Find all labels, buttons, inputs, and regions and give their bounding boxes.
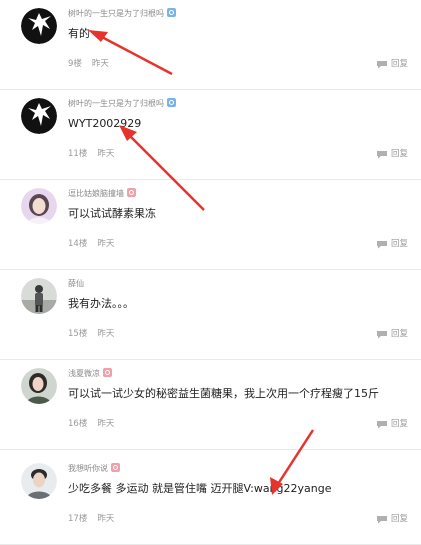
comment-text: 可以试一试少女的秘密益生菌糖果，我上次用一个疗程瘦了15斤 <box>68 387 379 400</box>
post-time: 昨天 <box>91 59 109 69</box>
reply-label: 回复 <box>390 329 408 339</box>
girl-photo-avatar-icon <box>21 188 57 224</box>
post-time: 昨天 <box>97 149 115 159</box>
username-text: 树叶的一生只是为了归根吗 <box>68 9 164 18</box>
comment-meta: 16楼 昨天 <box>68 418 114 430</box>
floor-number: 16楼 <box>68 419 88 429</box>
reply-button[interactable]: 回复 <box>376 148 408 160</box>
reply-button[interactable]: 回复 <box>376 328 408 340</box>
comment-bubble-icon <box>376 515 387 523</box>
comment-text: 少吃多餐 多运动 就是管住嘴 迈开腿V:wang22yange <box>68 482 332 495</box>
comment-item: 浅夏微凉 可以试一试少女的秘密益生菌糖果，我上次用一个疗程瘦了15斤 16楼 昨天… <box>0 360 421 450</box>
comment-item: 树叶的一生只是为了归根吗 WYT2002929 11楼 昨天 回复 <box>0 90 421 180</box>
comment-text: 有的 <box>68 27 90 40</box>
black-silhouette-avatar-icon <box>21 8 57 44</box>
username[interactable]: 薛仙 <box>68 278 84 290</box>
post-time: 昨天 <box>97 419 115 429</box>
username-text: 树叶的一生只是为了归根吗 <box>68 99 164 108</box>
floor-number: 15楼 <box>68 329 88 339</box>
comment-item: 我想听你说 少吃多餐 多运动 就是管住嘴 迈开腿V:wang22yange 17… <box>0 455 421 545</box>
avatar[interactable] <box>21 463 57 499</box>
username[interactable]: 浅夏微凉 <box>68 368 112 380</box>
comment-bubble-icon <box>376 60 387 68</box>
reply-label: 回复 <box>390 419 408 429</box>
post-time: 昨天 <box>97 514 115 524</box>
floor-number: 17楼 <box>68 514 88 524</box>
comment-meta: 14楼 昨天 <box>68 238 114 250</box>
post-time: 昨天 <box>97 329 115 339</box>
comment-bubble-icon <box>376 330 387 338</box>
comment-text: 我有办法。。。 <box>68 297 134 310</box>
comment-text: WYT2002929 <box>68 117 142 130</box>
comment-item: 逗比姑娘脑撞墙 可以试试酵素果冻 14楼 昨天 回复 <box>0 180 421 270</box>
comment-item: 薛仙 我有办法。。。 15楼 昨天 回复 <box>0 270 421 360</box>
username-text: 浅夏微凉 <box>68 369 100 378</box>
user-level-icon <box>103 368 112 377</box>
user-level-icon <box>111 463 120 472</box>
floor-number: 9楼 <box>68 59 82 69</box>
avatar[interactable] <box>21 98 57 134</box>
username[interactable]: 逗比姑娘脑撞墙 <box>68 188 136 200</box>
black-silhouette-avatar-icon <box>21 98 57 134</box>
comment-bubble-icon <box>376 420 387 428</box>
user-level-icon <box>167 8 176 17</box>
comment-item: 树叶的一生只是为了归根吗 有的 9楼 昨天 回复 <box>0 0 421 90</box>
floor-number: 14楼 <box>68 239 88 249</box>
reply-label: 回复 <box>390 59 408 69</box>
floor-number: 11楼 <box>68 149 88 159</box>
user-level-icon <box>167 98 176 107</box>
comment-meta: 11楼 昨天 <box>68 148 114 160</box>
username-text: 薛仙 <box>68 279 84 288</box>
woman-photo-avatar-icon <box>21 368 57 404</box>
reply-label: 回复 <box>390 149 408 159</box>
avatar[interactable] <box>21 278 57 314</box>
reply-button[interactable]: 回复 <box>376 513 408 525</box>
reply-label: 回复 <box>390 514 408 524</box>
comment-thread: 树叶的一生只是为了归根吗 有的 9楼 昨天 回复 树叶的一生只是为了归根吗 WYT… <box>0 0 421 545</box>
post-time: 昨天 <box>97 239 115 249</box>
avatar[interactable] <box>21 8 57 44</box>
man-photo-avatar-icon <box>21 463 57 499</box>
username-text: 我想听你说 <box>68 464 108 473</box>
username-text: 逗比姑娘脑撞墙 <box>68 189 124 198</box>
comment-text: 可以试试酵素果冻 <box>68 207 156 220</box>
username[interactable]: 我想听你说 <box>68 463 120 475</box>
comment-bubble-icon <box>376 240 387 248</box>
avatar[interactable] <box>21 368 57 404</box>
comment-meta: 17楼 昨天 <box>68 513 114 525</box>
reply-button[interactable]: 回复 <box>376 418 408 430</box>
username[interactable]: 树叶的一生只是为了归根吗 <box>68 98 176 110</box>
comment-meta: 15楼 昨天 <box>68 328 114 340</box>
avatar[interactable] <box>21 188 57 224</box>
username[interactable]: 树叶的一生只是为了归根吗 <box>68 8 176 20</box>
comment-bubble-icon <box>376 150 387 158</box>
reply-button[interactable]: 回复 <box>376 58 408 70</box>
street-photo-avatar-icon <box>21 278 57 314</box>
reply-label: 回复 <box>390 239 408 249</box>
comment-meta: 9楼 昨天 <box>68 58 109 70</box>
reply-button[interactable]: 回复 <box>376 238 408 250</box>
user-level-icon <box>127 188 136 197</box>
